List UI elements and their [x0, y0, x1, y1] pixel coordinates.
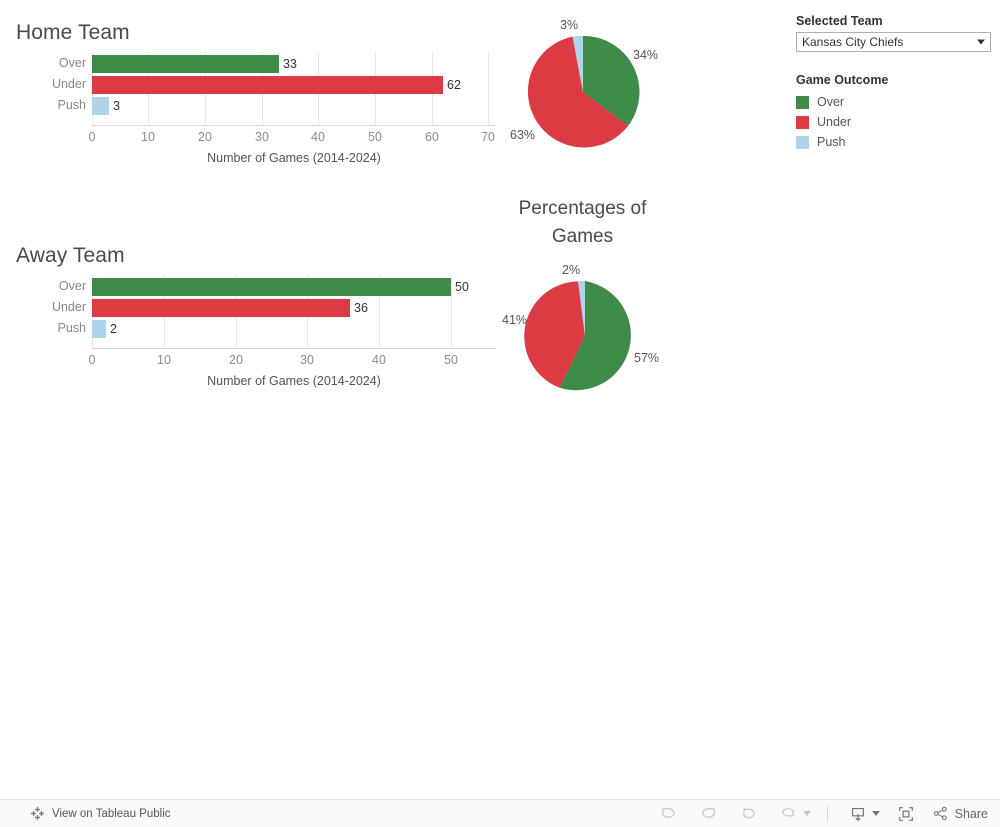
revert-icon: [743, 807, 755, 819]
legend-label-under: Under: [817, 115, 852, 129]
bar-value-push: 3: [113, 99, 120, 113]
selected-team-dropdown[interactable]: Kansas City Chiefs: [796, 32, 991, 52]
legend-title: Game Outcome: [796, 73, 889, 87]
share-label: Share: [954, 806, 988, 821]
fullscreen-icon: [898, 806, 913, 821]
x-tick: 10: [141, 130, 155, 144]
away-pie-label-over: 57%: [634, 351, 660, 365]
bottom-toolbar: View on Tableau Public Share: [0, 799, 1000, 827]
tableau-logo-icon: [30, 806, 45, 821]
home-pie-label-under: 63%: [510, 128, 536, 142]
bar-value-push: 2: [110, 322, 117, 336]
away-team-title: Away Team: [16, 244, 125, 267]
view-on-tableau-public-label: View on Tableau Public: [52, 807, 171, 820]
home-pie-svg[interactable]: [500, 18, 700, 178]
bar-value-under: 36: [354, 301, 368, 315]
x-tick: 30: [300, 353, 314, 367]
tableau-dashboard: Home Team Over Under Push 33 62 3 0 10 2…: [0, 0, 1000, 827]
home-pie-label-over: 34%: [633, 48, 659, 62]
selected-team-label: Selected Team: [796, 14, 883, 28]
home-label-under: Under: [51, 77, 86, 91]
legend-item-over[interactable]: Over: [796, 92, 991, 112]
view-on-tableau-public-link[interactable]: View on Tableau Public: [0, 806, 171, 821]
away-label-under: Under: [51, 300, 86, 314]
home-team-pie-chart: 3% 34% 63%: [500, 18, 700, 178]
refresh-options-chevron-icon[interactable]: [802, 811, 811, 816]
redo-button[interactable]: [689, 800, 729, 827]
home-x-axis-title: Number of Games (2014-2024): [207, 151, 381, 165]
refresh-icon: [782, 808, 795, 817]
chevron-down-icon[interactable]: [977, 39, 985, 45]
x-tick: 20: [198, 130, 212, 144]
download-icon: [851, 807, 864, 821]
away-x-axis-title: Number of Games (2014-2024): [207, 374, 381, 388]
x-tick: 10: [157, 353, 171, 367]
bar-push[interactable]: [92, 97, 109, 115]
download-options-chevron-icon[interactable]: [871, 811, 880, 816]
revert-button[interactable]: [729, 800, 769, 827]
x-tick: 30: [255, 130, 269, 144]
home-category-labels: Over Under Push: [0, 52, 92, 126]
pie-title-line-2: Games: [551, 226, 614, 247]
toolbar-actions: Share: [649, 800, 1000, 827]
bar-push[interactable]: [92, 320, 106, 338]
x-tick: 50: [444, 353, 458, 367]
legend-label-push: Push: [817, 135, 846, 149]
legend-swatch-push: [796, 135, 809, 149]
bar-under[interactable]: [92, 76, 443, 94]
bar-value-over: 33: [283, 57, 297, 71]
bar-value-over: 50: [455, 280, 469, 294]
x-tick: 0: [88, 353, 96, 367]
away-pie-label-under: 41%: [502, 313, 528, 327]
away-label-over: Over: [58, 279, 86, 293]
x-tick: 60: [425, 130, 439, 144]
bar-under[interactable]: [92, 299, 350, 317]
legend-item-under[interactable]: Under: [796, 112, 991, 132]
legend-swatch-over: [796, 95, 809, 109]
x-tick: 0: [88, 130, 96, 144]
home-label-over: Over: [58, 56, 86, 70]
share-icon: [933, 806, 947, 821]
bar-over[interactable]: [92, 55, 279, 73]
legend-swatch-under: [796, 115, 809, 129]
legend-item-push[interactable]: Push: [796, 132, 991, 152]
bar-value-under: 62: [447, 78, 461, 92]
toolbar-separator: [826, 805, 828, 822]
filter-panel: Selected Team Kansas City Chiefs Game Ou…: [796, 14, 991, 152]
pie-charts-title: Percentages of Games: [500, 195, 665, 251]
home-plot-area: 33 62 3: [92, 52, 496, 126]
x-tick: 40: [372, 353, 386, 367]
x-tick: 70: [481, 130, 495, 144]
home-label-push: Push: [57, 98, 87, 112]
away-pie-label-push: 2%: [562, 263, 581, 277]
redo-icon: [702, 808, 716, 818]
x-axis-line: [92, 125, 496, 126]
x-tick: 40: [311, 130, 325, 144]
home-team-bar-chart: Over Under Push 33 62 3 0 10 20 30 40 50…: [0, 52, 500, 167]
away-team-pie-chart: 2% 41% 57%: [500, 255, 700, 425]
home-team-title: Home Team: [16, 21, 130, 44]
legend-label-over: Over: [817, 95, 845, 109]
fullscreen-button[interactable]: [886, 800, 926, 827]
away-category-labels: Over Under Push: [0, 275, 92, 349]
x-tick: 50: [368, 130, 382, 144]
away-pie-svg[interactable]: [500, 255, 700, 425]
bar-over[interactable]: [92, 278, 451, 296]
pie-title-line-1: Percentages of: [518, 198, 647, 219]
share-button[interactable]: Share: [926, 805, 988, 822]
away-label-push: Push: [57, 321, 87, 335]
undo-button[interactable]: [649, 800, 689, 827]
away-plot-area: 50 36 2: [92, 275, 496, 349]
x-axis-line: [92, 348, 496, 349]
selected-team-value: Kansas City Chiefs: [802, 35, 904, 49]
away-team-bar-chart: Over Under Push 50 36 2 0 10 20 30 40 50…: [0, 275, 500, 390]
home-pie-label-push: 3%: [560, 18, 579, 32]
undo-icon: [662, 808, 675, 818]
x-tick: 20: [229, 353, 243, 367]
gridline: [488, 52, 489, 126]
